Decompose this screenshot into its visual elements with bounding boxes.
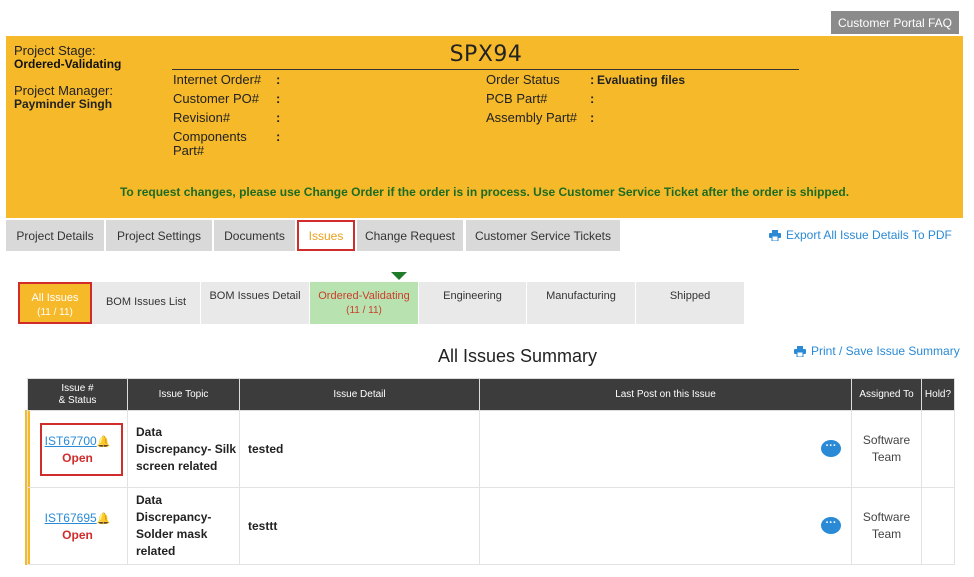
export-pdf-link[interactable]: Export All Issue Details To PDF: [769, 228, 952, 242]
printer-icon: [769, 229, 781, 241]
subtab-ordered-validating-label: Ordered-Validating: [318, 290, 410, 302]
column-issue-status: Issue # & Status: [27, 378, 128, 411]
assembly-part-label: Assembly Part#: [486, 110, 578, 125]
subtab-manufacturing[interactable]: Manufacturing: [527, 282, 635, 324]
tab-project-settings[interactable]: Project Settings: [106, 220, 212, 251]
issue-id-link[interactable]: IST67700: [45, 434, 97, 448]
chat-bubble-icon[interactable]: ···: [821, 517, 841, 534]
column-issue-detail: Issue Detail: [239, 378, 480, 411]
project-manager-value: Payminder Singh: [14, 97, 113, 111]
internet-order-colon: :: [276, 72, 281, 87]
subtab-shipped[interactable]: Shipped: [636, 282, 744, 324]
bell-icon: 🔔: [96, 512, 111, 525]
issue-topic: Data Discrepancy- Solder mask related: [127, 487, 240, 565]
assigned-to: Software Team: [851, 410, 922, 488]
project-stage-value: Ordered-Validating: [14, 57, 122, 71]
tab-customer-service-tickets[interactable]: Customer Service Tickets: [466, 220, 620, 251]
subtab-all-issues[interactable]: All Issues (11 / 11): [18, 282, 92, 324]
revision-colon: :: [276, 110, 281, 125]
hold-cell: [921, 410, 955, 488]
subtab-engineering-label: Engineering: [443, 290, 502, 302]
subtab-bom-issues-list[interactable]: BOM Issues List: [92, 282, 200, 324]
issue-status: Open: [62, 527, 93, 542]
tab-documents[interactable]: Documents: [214, 220, 295, 251]
title-divider: [172, 69, 799, 70]
assembly-part-colon: :: [590, 110, 595, 125]
issue-status: Open: [62, 450, 93, 465]
printer-icon: [794, 345, 806, 357]
hold-cell: [921, 487, 955, 565]
revision-label: Revision#: [173, 110, 231, 125]
subtab-all-issues-count: (11 / 11): [37, 307, 73, 318]
customer-po-label: Customer PO#: [173, 91, 259, 106]
print-summary-link[interactable]: Print / Save Issue Summary: [794, 344, 960, 358]
subtab-manufacturing-label: Manufacturing: [546, 290, 616, 302]
subtab-bom-issues-detail[interactable]: BOM Issues Detail: [201, 282, 309, 324]
project-stage-label: Project Stage:: [14, 43, 96, 58]
project-banner: Project Stage: Ordered-Validating Projec…: [6, 36, 963, 218]
issue-id-cell: IST67695🔔 Open: [27, 487, 128, 565]
last-post-cell: ···: [479, 410, 852, 488]
issue-id-cell: IST67700🔔 Open: [27, 410, 128, 488]
column-issue-topic: Issue Topic: [127, 378, 240, 411]
customer-portal-faq-button[interactable]: Customer Portal FAQ: [831, 11, 959, 34]
tab-change-request[interactable]: Change Request: [357, 220, 463, 251]
assigned-to: Software Team: [851, 487, 922, 565]
project-manager-label: Project Manager:: [14, 83, 113, 98]
subtab-all-issues-label: All Issues: [31, 292, 79, 304]
column-assigned-to: Assigned To: [851, 378, 922, 411]
subtab-ordered-validating[interactable]: Ordered-Validating (11 / 11): [310, 282, 418, 324]
pcb-part-colon: :: [590, 91, 595, 106]
customer-po-colon: :: [276, 91, 281, 106]
active-stage-indicator-icon: [391, 272, 407, 280]
subtab-bom-issues-list-label: BOM Issues List: [105, 296, 187, 308]
internet-order-label: Internet Order#: [173, 72, 262, 87]
bell-icon: 🔔: [96, 435, 111, 448]
components-part-colon: :: [276, 129, 281, 144]
last-post-cell: ···: [479, 487, 852, 565]
table-row: IST67700🔔 Open Data Discrepancy- Silk sc…: [27, 410, 955, 488]
print-summary-label: Print / Save Issue Summary: [811, 344, 960, 358]
order-status-colon: :: [590, 72, 595, 87]
order-status-value: Evaluating files: [597, 73, 686, 87]
issue-detail: tested: [239, 410, 480, 488]
issue-topic: Data Discrepancy- Silk screen related: [127, 410, 240, 488]
components-part-label: Components Part#: [173, 129, 247, 158]
chat-bubble-icon[interactable]: ···: [821, 440, 841, 457]
tab-issues[interactable]: Issues: [297, 220, 355, 251]
pcb-part-label: PCB Part#: [486, 91, 548, 106]
export-pdf-label: Export All Issue Details To PDF: [786, 228, 952, 242]
issue-detail: testtt: [239, 487, 480, 565]
subtab-engineering[interactable]: Engineering: [419, 282, 526, 324]
change-order-notice: To request changes, please use Change Or…: [119, 185, 850, 199]
issue-id-link[interactable]: IST67695: [45, 511, 97, 525]
column-last-post: Last Post on this Issue: [479, 378, 852, 411]
tab-project-details[interactable]: Project Details: [6, 220, 104, 251]
project-title: SPX94: [449, 42, 523, 67]
column-hold: Hold?: [921, 378, 955, 411]
table-row: IST67695🔔 Open Data Discrepancy- Solder …: [27, 487, 955, 565]
subtab-shipped-label: Shipped: [669, 290, 711, 302]
order-status-label: Order Status: [486, 72, 560, 87]
subtab-ordered-validating-count: (11 / 11): [346, 305, 382, 316]
issues-table: Issue # & Status Issue Topic Issue Detail…: [27, 378, 955, 565]
summary-title: All Issues Summary: [437, 346, 598, 366]
subtab-bom-issues-detail-label: BOM Issues Detail: [209, 290, 301, 302]
